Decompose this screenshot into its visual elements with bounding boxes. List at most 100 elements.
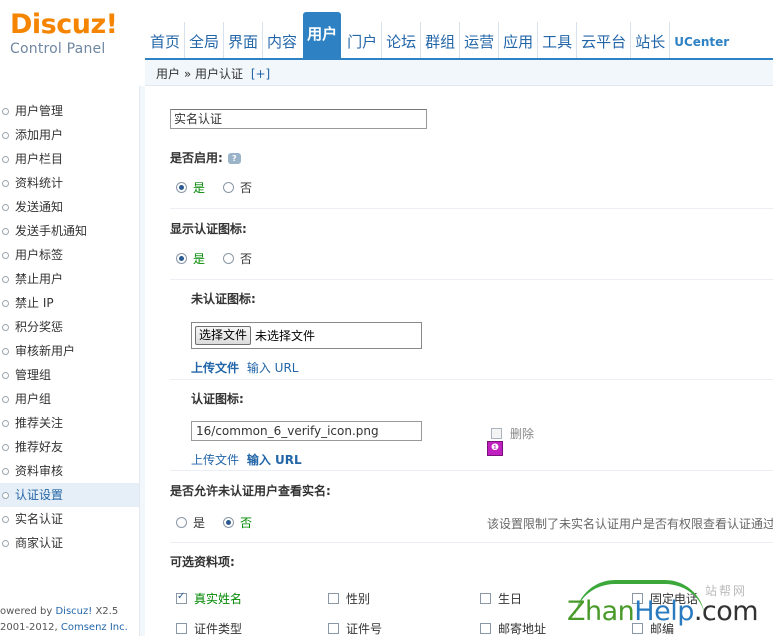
sidebar-item-profile-review[interactable]: 资料审核 xyxy=(0,459,139,483)
allow-view-no-radio[interactable]: 否 xyxy=(223,514,252,531)
enable-label: 是否启用:? xyxy=(170,149,241,166)
verify-badge-icon: ❶ xyxy=(487,441,503,456)
field-idnumber-checkbox[interactable]: 证件号 xyxy=(328,620,382,636)
radio-label: 否 xyxy=(240,181,253,195)
divider xyxy=(170,208,773,209)
sidebar-item-user-fields[interactable]: 用户栏目 xyxy=(0,147,139,171)
radio-dot xyxy=(223,182,234,193)
watermark-part-c: .com xyxy=(693,596,759,627)
verified-icon-label: 认证图标: xyxy=(191,392,244,406)
help-icon[interactable]: ? xyxy=(227,153,241,164)
enable-yes-radio[interactable]: 是 xyxy=(176,179,205,196)
sidebar-item-user-groups[interactable]: 用户组 xyxy=(0,387,139,411)
radio-dot xyxy=(176,182,187,193)
allow-view-label: 是否允许未认证用户查看实名: xyxy=(170,484,331,498)
checkbox-box xyxy=(328,593,339,604)
radio-dot xyxy=(176,253,187,264)
sidebar-item-merchant-verify[interactable]: 商家认证 xyxy=(0,531,139,555)
show-icon-no-radio[interactable]: 否 xyxy=(223,250,252,267)
breadcrumb-text: 用户 » 用户认证 xyxy=(156,67,243,81)
upload-file-link[interactable]: 上传文件 xyxy=(191,361,239,375)
tab-cloud[interactable]: 云平台 xyxy=(576,22,630,60)
divider xyxy=(170,542,773,543)
breadcrumb-bar: 用户 » 用户认证 [+] xyxy=(145,58,773,86)
discuz-link[interactable]: Discuz! xyxy=(55,606,92,617)
logo[interactable]: Discuz! Control Panel xyxy=(10,9,118,58)
sidebar-item-credits[interactable]: 积分奖惩 xyxy=(0,315,139,339)
sidebar-item-send-sms[interactable]: 发送手机通知 xyxy=(0,219,139,243)
field-idtype-checkbox[interactable]: 证件类型 xyxy=(176,620,242,636)
logo-subtitle: Control Panel xyxy=(10,41,106,57)
tab-group[interactable]: 群组 xyxy=(420,22,459,60)
sidebar-item-user-tags[interactable]: 用户标签 xyxy=(0,243,139,267)
divider xyxy=(170,279,773,280)
tab-content[interactable]: 内容 xyxy=(262,22,301,60)
radio-label: 是 xyxy=(193,252,206,266)
sidebar-item-send-notice[interactable]: 发送通知 xyxy=(0,195,139,219)
field-realname-checkbox[interactable]: 真实姓名 xyxy=(176,590,242,607)
enable-label-text: 是否启用: xyxy=(170,151,223,165)
tab-portal[interactable]: 门户 xyxy=(343,22,381,60)
tab-app[interactable]: 应用 xyxy=(498,22,537,60)
verified-icon-path-input[interactable]: 16/common_6_verify_icon.png xyxy=(191,421,422,441)
tab-operation[interactable]: 运营 xyxy=(459,22,498,60)
allow-view-tip: 该设置限制了未实名认证用户是否有权限查看认证通过 xyxy=(487,517,773,531)
verified-upload-links: 上传文件 输入 URL xyxy=(191,451,302,468)
field-birthday-checkbox[interactable]: 生日 xyxy=(480,590,522,607)
upload-file-link[interactable]: 上传文件 xyxy=(191,453,239,467)
sidebar-item-ban-user[interactable]: 禁止用户 xyxy=(0,267,139,291)
unverified-icon-file-input[interactable]: 选择文件 未选择文件 xyxy=(191,322,422,349)
sidebar-item-moderate-new[interactable]: 审核新用户 xyxy=(0,339,139,363)
verify-name-input[interactable]: 实名认证 xyxy=(170,109,427,129)
logo-brand: Discuz! xyxy=(10,9,118,40)
radio-dot xyxy=(223,253,234,264)
sidebar-item-user-manage[interactable]: 用户管理 xyxy=(0,99,139,123)
unverified-upload-links: 上传文件 输入 URL xyxy=(191,359,298,376)
tab-style[interactable]: 界面 xyxy=(223,22,262,60)
sidebar-item-ban-ip[interactable]: 禁止 IP xyxy=(0,291,139,315)
tab-admin[interactable]: 站长 xyxy=(630,22,669,60)
show-icon-yes-radio[interactable]: 是 xyxy=(176,250,205,267)
checkbox-label: 邮寄地址 xyxy=(498,622,547,636)
checkbox-box xyxy=(491,428,502,439)
comsenz-link[interactable]: Comsenz Inc. xyxy=(61,622,128,633)
delete-checkbox[interactable]: 删除 xyxy=(491,425,534,442)
sidebar-menu: 用户管理 添加用户 用户栏目 资料统计 发送通知 发送手机通知 用户标签 禁止用… xyxy=(0,99,139,555)
tab-home[interactable]: 首页 xyxy=(146,22,184,60)
sidebar-item-recommend-follow[interactable]: 推荐关注 xyxy=(0,411,139,435)
add-shortcut-button[interactable]: [+] xyxy=(251,67,270,81)
version-text: X2.5 xyxy=(92,606,119,617)
tab-tools[interactable]: 工具 xyxy=(537,22,576,60)
sidebar-item-add-user[interactable]: 添加用户 xyxy=(0,123,139,147)
choose-file-button[interactable]: 选择文件 xyxy=(195,326,252,345)
input-url-link[interactable]: 输入 URL xyxy=(247,453,302,467)
checkbox-box xyxy=(480,623,491,634)
allow-view-yes-radio[interactable]: 是 xyxy=(176,514,205,531)
field-address-checkbox[interactable]: 邮寄地址 xyxy=(480,620,546,636)
checkbox-box xyxy=(176,591,187,604)
powered-by-text: owered by xyxy=(0,606,56,617)
sidebar-item-verify-settings[interactable]: 认证设置 xyxy=(0,483,139,507)
checkbox-box xyxy=(480,593,491,604)
sidebar-item-recommend-friends[interactable]: 推荐好友 xyxy=(0,435,139,459)
radio-label: 否 xyxy=(240,516,253,530)
input-url-link[interactable]: 输入 URL xyxy=(247,361,299,375)
sidebar-divider xyxy=(140,86,145,636)
divider xyxy=(170,470,773,471)
copyright-text: 2001-2012, xyxy=(0,622,61,633)
tab-forum[interactable]: 论坛 xyxy=(381,22,420,60)
tab-global[interactable]: 全局 xyxy=(184,22,223,60)
enable-no-radio[interactable]: 否 xyxy=(223,179,252,196)
field-gender-checkbox[interactable]: 性别 xyxy=(328,590,370,607)
tab-user[interactable]: 用户 xyxy=(303,12,342,60)
checkbox-label: 证件类型 xyxy=(194,622,243,636)
sidebar-item-realname-verify[interactable]: 实名认证 xyxy=(0,507,139,531)
optional-fields-label: 可选资料项: xyxy=(170,555,235,569)
top-nav: 首页 全局 界面 内容 用户 门户 论坛 群组 运营 应用 工具 云平台 站长 … xyxy=(146,12,733,60)
tab-ucenter[interactable]: UCenter xyxy=(669,22,733,60)
sidebar-item-profile-stats[interactable]: 资料统计 xyxy=(0,171,139,195)
main-content: 实名认证 是否启用:? 是 否 显示认证图标: 是 否 未认证图标: 选择文件 … xyxy=(146,86,773,636)
radio-label: 是 xyxy=(193,516,206,530)
checkbox-label: 性别 xyxy=(346,592,371,606)
sidebar-item-admin-groups[interactable]: 管理组 xyxy=(0,363,139,387)
